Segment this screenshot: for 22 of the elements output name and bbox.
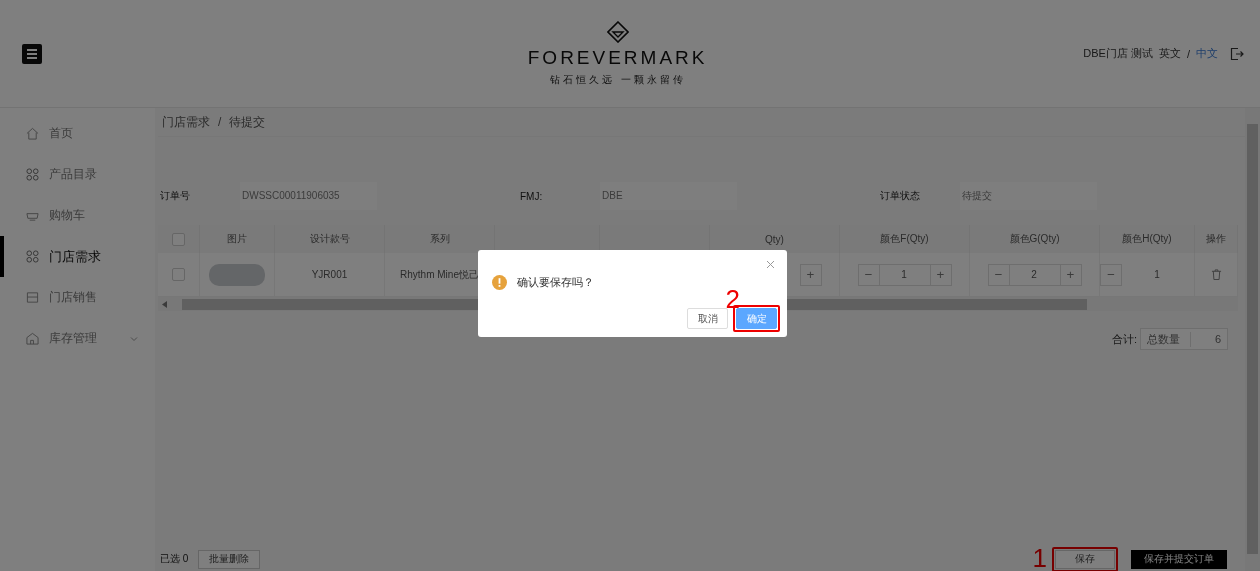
field-label: FMJ: — [519, 190, 544, 202]
column-header: 图片 — [200, 225, 275, 253]
column-header: 操作 — [1195, 225, 1238, 253]
total-field: 总数量 6 — [1140, 328, 1228, 350]
user-name: DBE门店 测试 — [1083, 46, 1153, 61]
column-header: 颜色F(Qty) — [840, 225, 970, 253]
total-label: 合计: — [1111, 331, 1137, 347]
selected-count: 已选 0 — [160, 552, 189, 566]
column-header: 设计款号 — [275, 225, 385, 253]
column-header: Qty) — [710, 225, 840, 253]
breadcrumb-item: 待提交 — [229, 113, 266, 131]
brand-slogan: 钻石恒久远 一颗永留传 — [549, 72, 686, 87]
language-separator: / — [1186, 47, 1190, 60]
dialog-message: 确认要保存吗？ — [517, 275, 594, 290]
column-header: 系列 — [385, 225, 495, 253]
brand-name: FOREVERMARK — [527, 46, 708, 69]
column-header: 颜色G(Qty) — [970, 225, 1100, 253]
annotation-number: 1 — [1032, 544, 1047, 571]
column-header: 颜色H(Qty) — [1100, 225, 1195, 253]
breadcrumb-separator: / — [218, 115, 222, 129]
field-label: 订单号 — [159, 189, 191, 203]
field-label: 订单状态 — [879, 189, 921, 203]
